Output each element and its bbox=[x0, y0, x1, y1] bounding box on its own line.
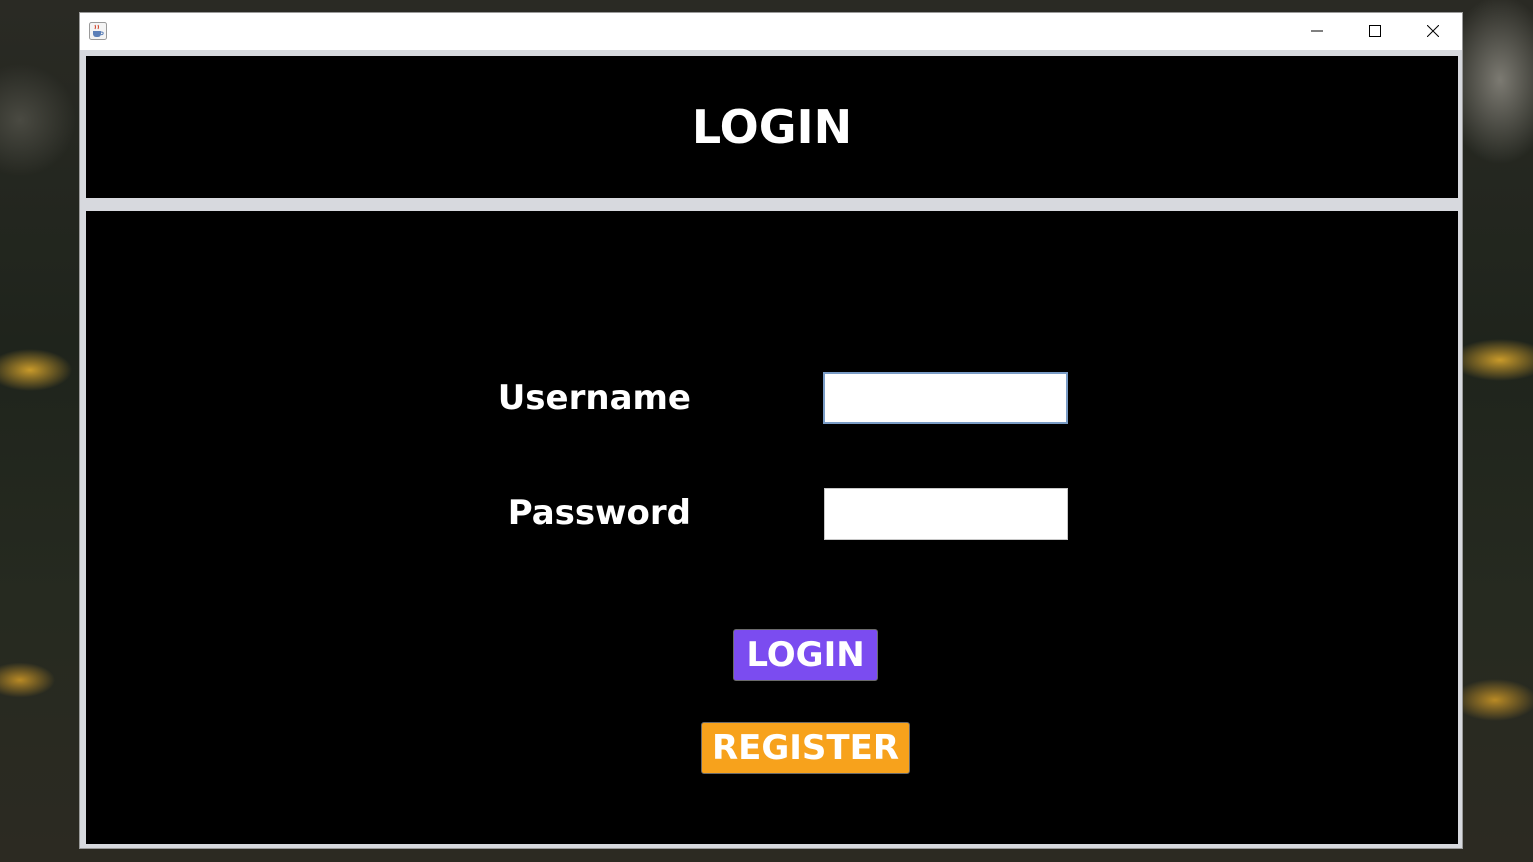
title-bar[interactable] bbox=[80, 13, 1462, 50]
password-input[interactable] bbox=[824, 488, 1068, 540]
app-window: LOGIN Username Password LOGIN REGISTER bbox=[79, 12, 1463, 849]
register-button[interactable]: REGISTER bbox=[701, 722, 910, 774]
header-panel: LOGIN bbox=[86, 56, 1458, 198]
maximize-icon bbox=[1369, 22, 1381, 41]
username-input[interactable] bbox=[823, 372, 1068, 424]
close-button[interactable] bbox=[1404, 13, 1462, 50]
minimize-button[interactable] bbox=[1288, 13, 1346, 50]
maximize-button[interactable] bbox=[1346, 13, 1404, 50]
java-cup-icon bbox=[89, 22, 107, 40]
page-title: LOGIN bbox=[691, 100, 853, 154]
username-label: Username bbox=[497, 378, 691, 418]
login-button[interactable]: LOGIN bbox=[733, 629, 878, 681]
login-form-panel: Username Password LOGIN REGISTER bbox=[86, 211, 1458, 844]
close-icon bbox=[1426, 22, 1440, 41]
password-label: Password bbox=[507, 493, 691, 533]
minimize-icon bbox=[1311, 22, 1323, 41]
